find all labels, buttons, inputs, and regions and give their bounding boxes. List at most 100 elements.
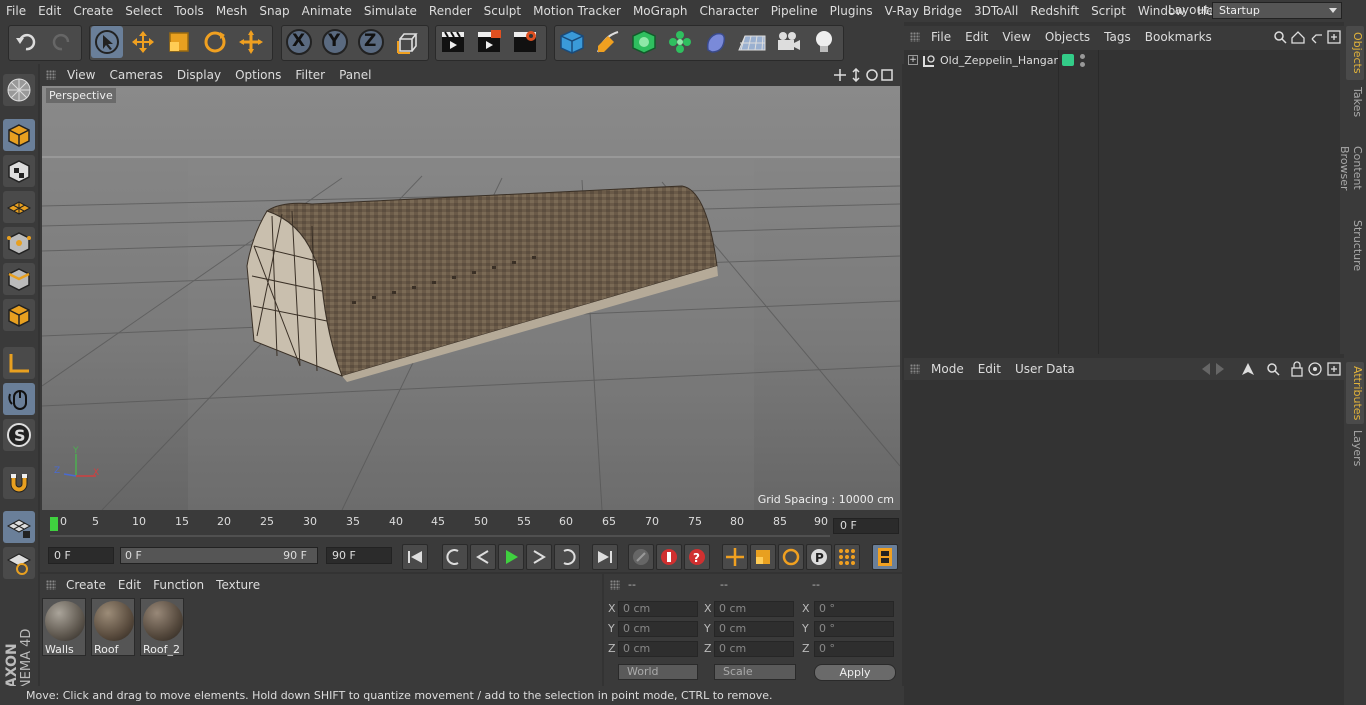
play-button[interactable] [498, 544, 524, 570]
menu-redshift[interactable]: Redshift [1024, 0, 1085, 22]
texture-mode-button[interactable] [3, 155, 35, 187]
pos-z-field[interactable]: 0 cm [618, 641, 698, 657]
menu-create[interactable]: Create [67, 0, 119, 22]
deformer-button[interactable] [700, 26, 732, 58]
menu-character[interactable]: Character [693, 0, 764, 22]
key-scale-button[interactable] [750, 544, 776, 570]
menu-sculpt[interactable]: Sculpt [478, 0, 527, 22]
key-position-button[interactable] [722, 544, 748, 570]
tab-objects[interactable]: Objects [1346, 26, 1364, 80]
live-selection-button[interactable] [91, 26, 123, 58]
render-settings-button[interactable] [509, 26, 541, 58]
render-visibility-dot[interactable] [1080, 62, 1085, 67]
size-mode-dropdown[interactable]: Scale [714, 664, 796, 680]
start-frame-field[interactable]: 0 F [48, 547, 114, 564]
timeline-ruler[interactable]: 0 5 10 15 20 25 30 35 40 45 50 55 60 65 … [40, 512, 902, 542]
polygons-mode-button[interactable] [3, 299, 35, 331]
menu-3dtoall[interactable]: 3DToAll [968, 0, 1024, 22]
coordinate-space-dropdown[interactable]: World [618, 664, 698, 680]
pos-y-field[interactable]: 0 cm [618, 621, 698, 637]
viewport-nav-icons[interactable] [834, 68, 898, 82]
tab-attributes[interactable]: Attributes [1346, 362, 1364, 424]
key-parameter-button[interactable]: P [806, 544, 832, 570]
material-menu-edit[interactable]: Edit [112, 578, 147, 592]
floor-button[interactable] [736, 26, 768, 58]
attribute-menu-mode[interactable]: Mode [924, 362, 971, 376]
z-axis-lock-button[interactable]: Z [355, 26, 387, 58]
workplane-mode-button[interactable] [3, 191, 35, 223]
viewport-menu-filter[interactable]: Filter [288, 68, 332, 82]
apply-button[interactable]: Apply [814, 664, 896, 681]
render-picture-viewer-button[interactable] [473, 26, 505, 58]
x-axis-lock-button[interactable]: X [283, 26, 315, 58]
menu-snap[interactable]: Snap [253, 0, 295, 22]
viewport-camera-label[interactable]: Perspective [46, 88, 116, 103]
menu-plugins[interactable]: Plugins [824, 0, 879, 22]
object-manager-tools[interactable] [1272, 29, 1342, 45]
pos-x-field[interactable]: 0 cm [618, 601, 698, 617]
locked-workplane-button[interactable] [3, 547, 35, 579]
autokey-button[interactable] [656, 544, 682, 570]
next-frame-button[interactable] [526, 544, 552, 570]
menu-pipeline[interactable]: Pipeline [765, 0, 824, 22]
cube-button[interactable] [556, 26, 588, 58]
tab-content-browser[interactable]: Content Browser [1338, 124, 1364, 212]
tweak-mode-button[interactable] [3, 383, 35, 415]
model-mode-button[interactable] [3, 119, 35, 151]
object-menu-file[interactable]: File [924, 30, 958, 44]
goto-start-button[interactable] [402, 544, 428, 570]
material-roof-2[interactable]: Roof_2 [140, 598, 184, 656]
axis-mode-button[interactable] [3, 347, 35, 379]
menu-mograph[interactable]: MoGraph [627, 0, 694, 22]
viewport-menu-panel[interactable]: Panel [332, 68, 378, 82]
object-menu-bookmarks[interactable]: Bookmarks [1138, 30, 1219, 44]
timeline-window-button[interactable] [872, 544, 898, 570]
menu-tools[interactable]: Tools [168, 0, 210, 22]
cloner-button[interactable] [664, 26, 696, 58]
editor-visibility-dot[interactable] [1080, 54, 1085, 59]
preview-range-slider[interactable]: 0 F 90 F [120, 547, 318, 564]
size-z-field[interactable]: 0 cm [714, 641, 794, 657]
recent-tool-button[interactable] [235, 26, 267, 58]
menu-simulate[interactable]: Simulate [358, 0, 423, 22]
menu-file[interactable]: File [0, 0, 32, 22]
object-name[interactable]: Old_Zeppelin_Hangar [940, 54, 1058, 67]
attribute-menu-edit[interactable]: Edit [971, 362, 1008, 376]
prev-key-button[interactable] [442, 544, 468, 570]
playhead-marker[interactable] [50, 517, 58, 531]
next-key-button[interactable] [554, 544, 580, 570]
material-roof[interactable]: Roof [91, 598, 135, 656]
size-y-field[interactable]: 0 cm [714, 621, 794, 637]
timeline-ticks[interactable]: 0 5 10 15 20 25 30 35 40 45 50 55 60 65 … [50, 515, 830, 537]
menu-edit[interactable]: Edit [32, 0, 67, 22]
rot-p-field[interactable]: 0 ° [814, 621, 894, 637]
object-menu-objects[interactable]: Objects [1038, 30, 1097, 44]
points-mode-button[interactable] [3, 227, 35, 259]
viewport-canvas[interactable]: Perspective Y X Z Grid Spacing : 10000 c… [42, 86, 900, 510]
light-button[interactable] [808, 26, 840, 58]
material-menu-function[interactable]: Function [147, 578, 210, 592]
layout-select[interactable]: Startup [1212, 2, 1342, 19]
tab-takes[interactable]: Takes [1346, 82, 1364, 122]
object-list[interactable]: + Old_Zeppelin_Hangar [904, 50, 1340, 354]
layer-color-swatch[interactable] [1062, 54, 1074, 66]
attribute-manager-tools[interactable] [1200, 361, 1342, 377]
subdivision-surface-button[interactable] [628, 26, 660, 58]
object-menu-view[interactable]: View [995, 30, 1037, 44]
redo-button[interactable] [46, 26, 78, 58]
expand-plus-icon[interactable]: + [908, 55, 918, 65]
edges-mode-button[interactable] [3, 263, 35, 295]
y-axis-lock-button[interactable]: Y [319, 26, 351, 58]
viewport-menu-options[interactable]: Options [228, 68, 288, 82]
object-menu-edit[interactable]: Edit [958, 30, 995, 44]
tab-structure[interactable]: Structure [1346, 216, 1364, 272]
coordinate-system-button[interactable] [391, 26, 423, 58]
key-rotation-button[interactable] [778, 544, 804, 570]
end-frame-field[interactable]: 90 F [326, 547, 392, 564]
material-walls[interactable]: Walls [42, 598, 86, 656]
object-row-hangar[interactable]: + Old_Zeppelin_Hangar [904, 52, 1340, 70]
menu-script[interactable]: Script [1085, 0, 1132, 22]
spline-pen-button[interactable] [592, 26, 624, 58]
material-menu-texture[interactable]: Texture [210, 578, 266, 592]
rotate-tool-button[interactable] [199, 26, 231, 58]
